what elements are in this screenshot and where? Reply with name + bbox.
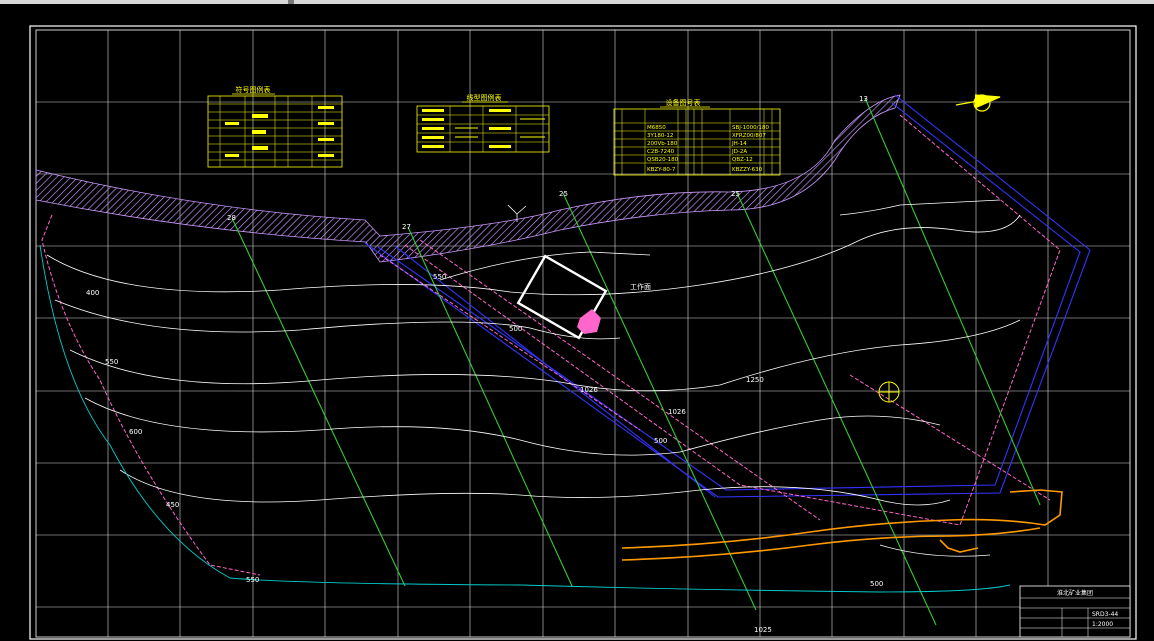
workface-marker [577,309,601,334]
equipment-code: 3Y180-12 [647,133,673,139]
north-arrow-icon [955,94,1001,112]
equipment-code: C2B-7240 [647,149,675,155]
roadway-label: 1250 [746,376,764,384]
equipment-model: SBJ-1000/180 [732,125,770,131]
title-block-drawing-no: SRD3-44 [1092,611,1118,618]
roadway-label: 1026 [668,408,686,416]
exploration-line [736,192,937,626]
mine-boundary [364,94,1091,498]
exploration-line [231,217,406,587]
symbol-legend: 符号图例表 [207,85,343,168]
title-block-name: 淮北矿业集团 [1057,589,1093,597]
equipment-table: 设备图号表 M6850 3Y180-12 200Vb-180 C2B-7240 … [613,98,781,176]
equipment-code: 200Vb-180 [647,141,678,147]
contour-label: 500 [870,580,883,588]
exploration-line-label: 25 [731,190,740,198]
equipment-model: XFRZ00/807 [732,133,766,139]
cad-drawing-canvas[interactable]: 13 25 25 27 28 400 550 600 450 550 500 5… [0,4,1154,641]
title-block-scale: 1:2000 [1092,621,1113,628]
contour-label: 550 [246,576,259,584]
contour-label: 550 [105,358,118,366]
equipment-code: QSB20-180 [647,157,679,163]
contour-label: 400 [86,289,99,297]
workface-label: 工作面 [630,282,651,291]
contour-label: 1026 [580,386,598,394]
equipment-model: JD-2A [731,149,747,155]
contour-label: 450 [166,501,179,509]
equipment-model: QBZ-12 [732,157,753,163]
shaft-symbol-icon [878,381,900,403]
equipment-code: KBZY-80-7 [647,167,676,173]
line-legend-title: 线型图例表 [467,93,502,102]
title-block: 淮北矿业集团 SRD3-44 1:2000 [1019,585,1131,638]
exploration-line-label: 13 [859,95,868,103]
coal-seam-band [35,94,901,263]
equipment-model: JH-14 [731,141,747,147]
exploration-line-label: 28 [227,214,236,222]
equipment-model: KBZZY-630 [732,167,763,173]
exploration-line-label: 25 [559,190,568,198]
contour-label: 550 [433,273,446,281]
roadway-labels: 1026 1250 [668,376,764,416]
equipment-table-title: 设备图号表 [666,98,701,107]
contour-label: 600 [129,428,142,436]
workface[interactable]: 工作面 [516,254,651,340]
exploration-lines [231,97,1041,626]
contour-label: 500 [654,437,667,445]
symbol-legend-title: 符号图例表 [236,85,271,94]
equipment-code: M6850 [647,125,666,131]
contour-labels: 400 550 600 450 550 500 550 500 500 1026… [86,273,883,634]
exploration-line [562,192,757,611]
contour-label: 500 [509,325,522,333]
exploration-line-label: 27 [402,223,411,231]
mining-area-boundary [41,114,1061,576]
contour-label: 1025 [754,626,772,634]
